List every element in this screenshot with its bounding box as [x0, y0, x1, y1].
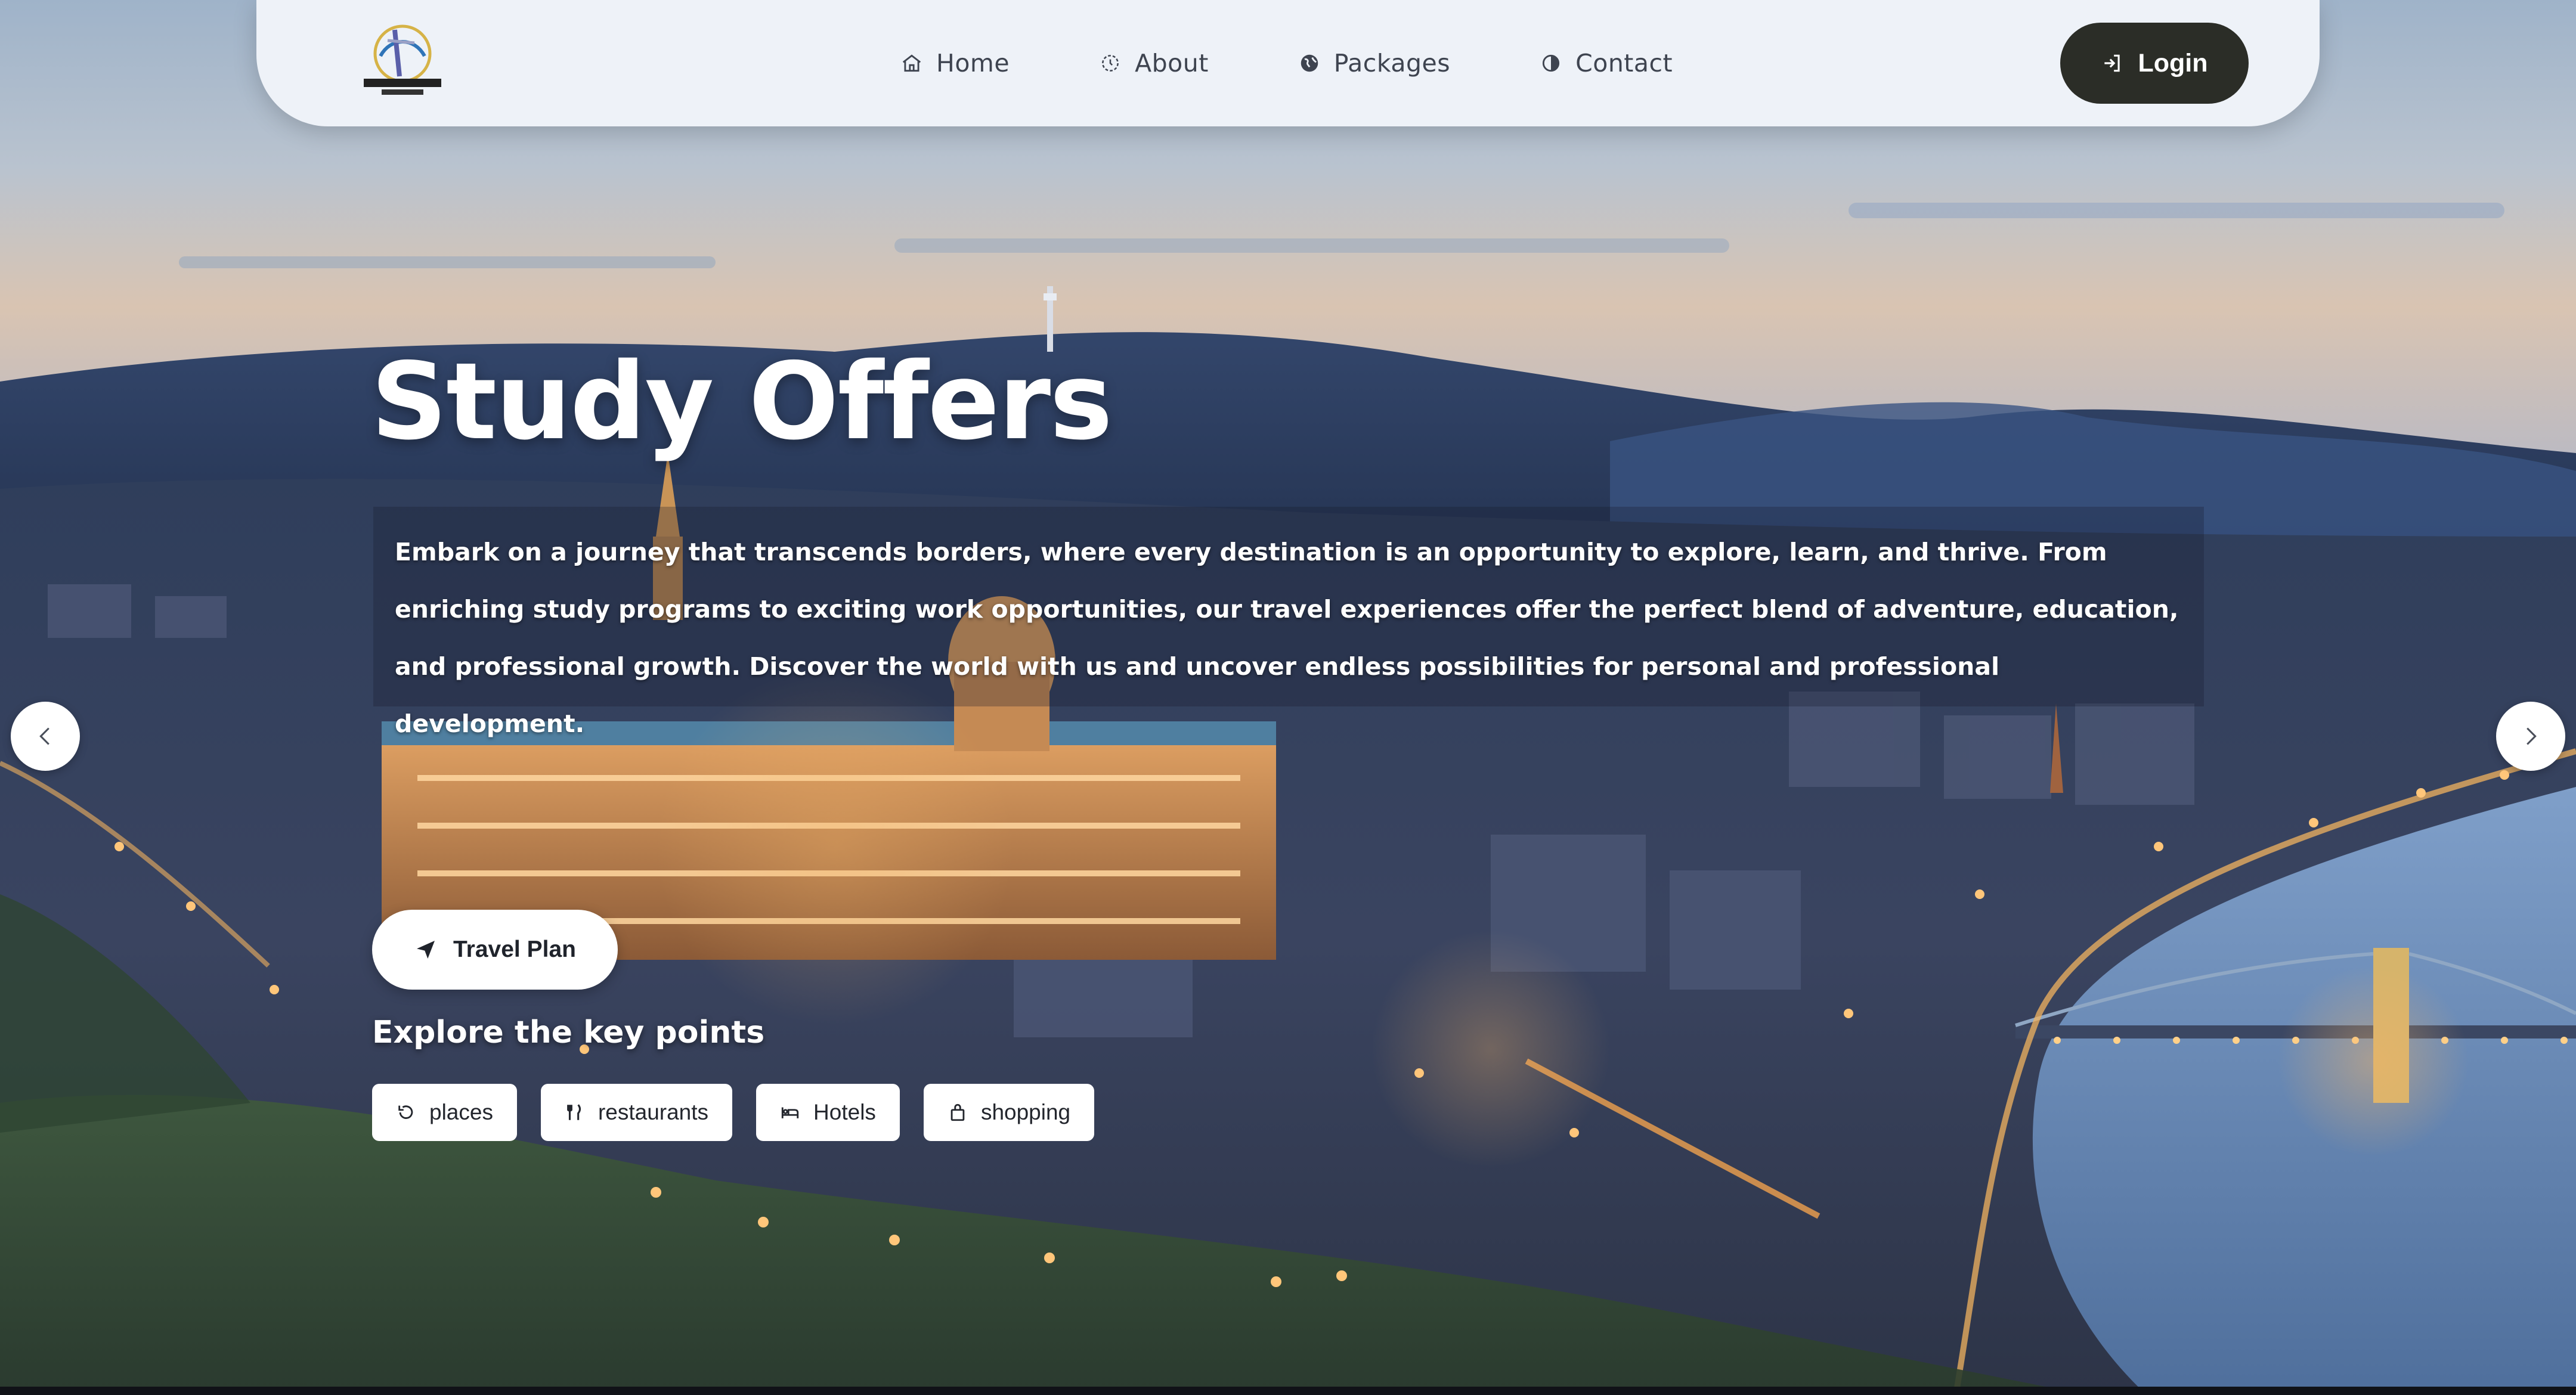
chip-hotels-label: Hotels [813, 1100, 876, 1124]
travel-plan-button[interactable]: Travel Plan [372, 910, 618, 990]
nav-packages[interactable]: Packages [1298, 49, 1450, 78]
bottom-edge [0, 1387, 2576, 1395]
hero-title: Study Offers [371, 340, 1113, 463]
nav-packages-label: Packages [1333, 49, 1451, 78]
chip-shopping-label: shopping [980, 1100, 1071, 1124]
travel-plan-label: Travel Plan [453, 937, 576, 962]
nav-home-label: Home [936, 49, 1010, 78]
nav-links: Home About Packages Contact [900, 0, 1673, 126]
chevron-right-icon [2527, 727, 2537, 745]
brand-logo[interactable] [358, 19, 447, 106]
login-label: Login [2138, 48, 2208, 78]
info-clock-icon [1102, 55, 1119, 72]
hero-description: Embark on a journey that transcends bord… [373, 507, 2204, 738]
refresh-icon [398, 1105, 413, 1119]
chevron-left-icon [39, 727, 49, 745]
chip-places-label: places [429, 1100, 493, 1124]
login-button[interactable]: Login [2060, 23, 2249, 104]
globe-icon [1301, 54, 1318, 72]
carousel-prev-button[interactable] [11, 702, 80, 771]
chip-shopping[interactable]: shopping [923, 1084, 1095, 1141]
nav-about[interactable]: About [1099, 49, 1209, 78]
nav-about-label: About [1135, 49, 1209, 78]
nav-contact[interactable]: Contact [1540, 49, 1673, 78]
chip-restaurants-label: restaurants [597, 1100, 709, 1124]
nav-home[interactable]: Home [900, 49, 1010, 78]
nav-contact-label: Contact [1575, 49, 1673, 78]
contact-icon [1543, 54, 1560, 72]
top-navbar: Home About Packages Contact Login [256, 0, 2320, 126]
home-icon [902, 54, 921, 72]
chip-hotels[interactable]: Hotels [756, 1084, 900, 1141]
shopping-bag-icon [950, 1103, 965, 1121]
chip-places[interactable]: places [372, 1084, 517, 1141]
send-icon [417, 941, 435, 959]
page: Home About Packages Contact Login Study … [0, 0, 2576, 1395]
utensils-icon [567, 1104, 581, 1120]
chip-restaurants[interactable]: restaurants [540, 1084, 733, 1141]
bed-icon [781, 1107, 799, 1118]
key-points-chips: places restaurants Hotels shopping [372, 1084, 1095, 1141]
carousel-next-button[interactable] [2496, 702, 2565, 771]
explore-heading: Explore the key points [372, 1015, 765, 1050]
login-icon [2104, 54, 2120, 72]
